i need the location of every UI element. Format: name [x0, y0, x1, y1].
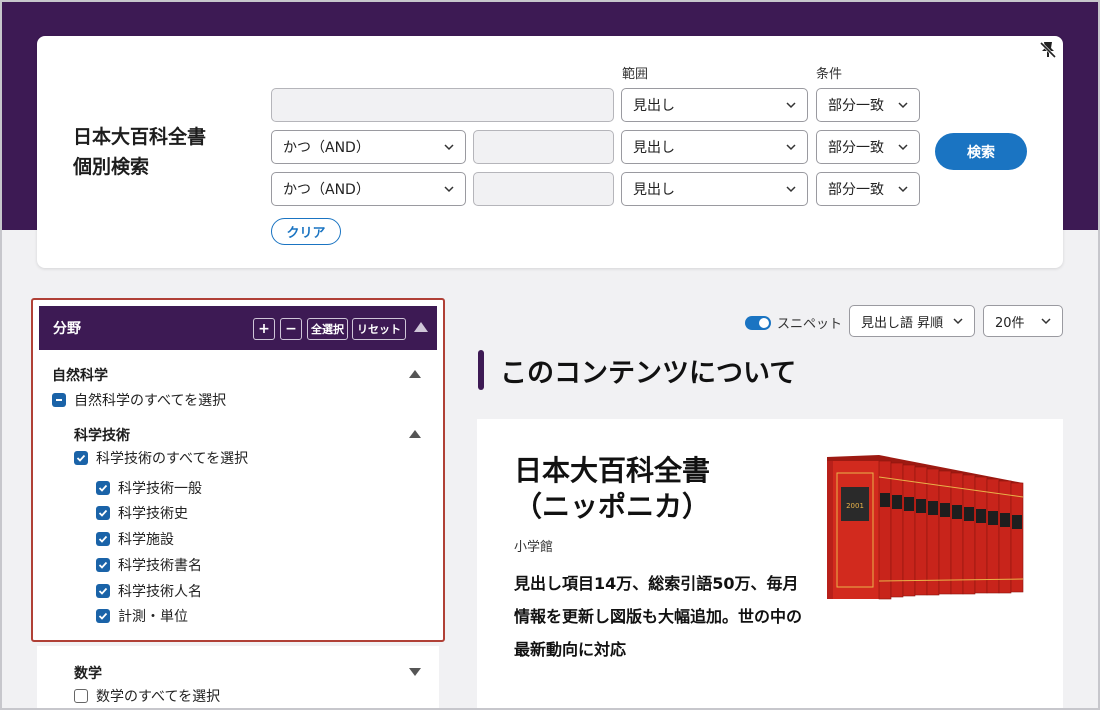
condition-select-2[interactable]: 部分一致 [816, 130, 920, 164]
category-filter: 分野 + − 全選択 リセット 自然科学 自然科学のすべてを選択 科学技術 科学… [31, 298, 445, 642]
chevron-down-icon [786, 144, 796, 151]
keyword-input-1[interactable] [271, 88, 614, 122]
range-column-label: 範囲 [622, 67, 649, 82]
checkbox-item[interactable]: 科学施設 [96, 529, 174, 549]
checkbox-checked-icon[interactable] [74, 451, 88, 465]
pin-off-icon[interactable] [1038, 40, 1058, 60]
select-all-natural-science[interactable]: 自然科学のすべてを選択 [52, 390, 226, 410]
checkbox-item[interactable]: 計測・単位 [96, 606, 188, 626]
operator-select-2[interactable]: かつ（AND） [271, 130, 466, 164]
collapse-all-button[interactable]: − [280, 318, 302, 340]
condition-select-3[interactable]: 部分一致 [816, 172, 920, 206]
condition-select-1[interactable]: 部分一致 [816, 88, 920, 122]
filter-header: 分野 + − 全選択 リセット [39, 306, 437, 350]
checkbox-item[interactable]: 科学技術一般 [96, 478, 202, 498]
chevron-down-icon [898, 186, 908, 193]
select-all-science-tech[interactable]: 科学技術のすべてを選択 [74, 448, 248, 468]
book-title: 日本大百科全書 （ニッポニカ） [514, 454, 711, 523]
svg-text:2001: 2001 [846, 502, 864, 510]
search-button[interactable]: 検索 [935, 133, 1027, 170]
operator-select-3[interactable]: かつ（AND） [271, 172, 466, 206]
encyclopedia-books-image: 2001 [827, 455, 1024, 600]
condition-column-label: 条件 [816, 67, 843, 82]
checkbox-checked-icon[interactable] [96, 584, 110, 598]
checkbox-item[interactable]: 科学技術人名 [96, 581, 202, 601]
checkbox-checked-icon[interactable] [96, 609, 110, 623]
range-select-3[interactable]: 見出し [621, 172, 808, 206]
chevron-down-icon [953, 318, 963, 325]
checkbox-item[interactable]: 科学技術史 [96, 503, 188, 523]
group-title-science-tech: 科学技術 [74, 428, 130, 444]
triangle-up-icon[interactable] [408, 429, 422, 439]
chevron-down-icon [444, 144, 454, 151]
chevron-down-icon [898, 144, 908, 151]
book-description: 見出し項目14万、総索引語50万、毎月情報を更新し図版も大幅追加。世の中の最新動… [514, 574, 803, 659]
chevron-down-icon [1041, 318, 1051, 325]
keyword-input-2[interactable] [473, 130, 614, 164]
checkbox-checked-icon[interactable] [96, 481, 110, 495]
checkbox-checked-icon[interactable] [96, 506, 110, 520]
checkbox-unchecked-icon[interactable] [74, 689, 88, 703]
expand-all-button[interactable]: + [253, 318, 275, 340]
search-panel-title: 日本大百科全書 個別検索 [73, 126, 207, 178]
section-heading: このコンテンツについて [478, 350, 796, 390]
per-page-select[interactable]: 20件 [983, 305, 1063, 337]
chevron-down-icon [898, 102, 908, 109]
range-select-1[interactable]: 見出し [621, 88, 808, 122]
triangle-up-icon[interactable] [413, 321, 429, 333]
chevron-down-icon [786, 186, 796, 193]
triangle-down-icon[interactable] [408, 667, 422, 677]
select-all-button[interactable]: 全選択 [307, 318, 348, 340]
checkbox-checked-icon[interactable] [96, 532, 110, 546]
clear-button[interactable]: クリア [271, 218, 341, 245]
group-title-natural-science: 自然科学 [52, 368, 108, 384]
checkbox-partial-icon[interactable] [52, 393, 66, 407]
checkbox-item[interactable]: 科学技術書名 [96, 555, 202, 575]
search-panel: 日本大百科全書 個別検索 範囲 条件 見出し 部分一致 かつ（AND） 見出し … [37, 36, 1063, 268]
select-all-math[interactable]: 数学のすべてを選択 [74, 686, 220, 706]
publisher: 小学館 [514, 540, 554, 555]
checkbox-checked-icon[interactable] [96, 558, 110, 572]
heading-accent-bar [478, 350, 484, 390]
sort-select[interactable]: 見出し語 昇順 [849, 305, 975, 337]
group-title-math: 数学 [74, 666, 102, 682]
filter-title: 分野 [53, 321, 81, 337]
math-group: 数学 数学のすべてを選択 [37, 646, 439, 710]
chevron-down-icon [786, 102, 796, 109]
range-select-2[interactable]: 見出し [621, 130, 808, 164]
keyword-input-3[interactable] [473, 172, 614, 206]
toggle-switch-icon[interactable] [745, 315, 771, 330]
snippet-toggle[interactable]: スニペット [745, 313, 842, 332]
triangle-up-icon[interactable] [408, 369, 422, 379]
reset-button[interactable]: リセット [352, 318, 406, 340]
chevron-down-icon [444, 186, 454, 193]
content-card: 日本大百科全書 （ニッポニカ） 小学館 見出し項目14万、総索引語50万、毎月情… [477, 419, 1063, 710]
